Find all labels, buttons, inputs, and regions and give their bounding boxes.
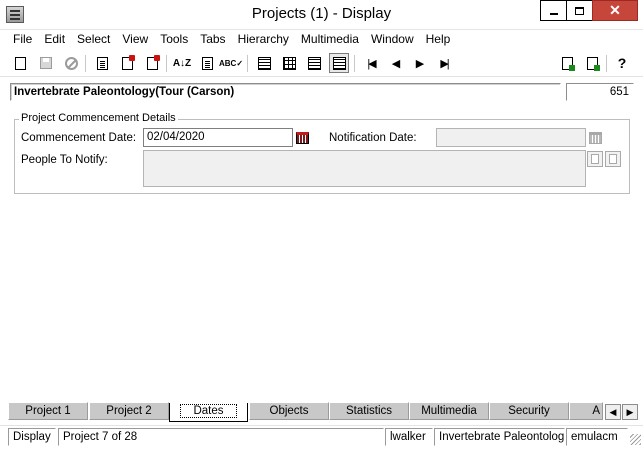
menu-multimedia[interactable]: Multimedia: [295, 30, 365, 49]
attach-icon[interactable]: [557, 53, 577, 73]
people-to-notify-label: People To Notify:: [21, 154, 108, 166]
previous-record-icon[interactable]: ◀: [385, 53, 405, 73]
menu-file[interactable]: File: [0, 30, 38, 49]
status-mode: Display: [8, 428, 56, 446]
tab-dates-label: Dates: [180, 404, 237, 418]
minimize-icon: [549, 12, 558, 15]
calendar-button[interactable]: [294, 129, 311, 146]
attach-icon: [591, 154, 599, 164]
people-to-notify-field[interactable]: [143, 150, 586, 187]
view-person-button[interactable]: [605, 151, 621, 167]
record-number: 651: [566, 83, 634, 101]
menu-bar: File Edit Select View Tools Tabs Hierarc…: [0, 30, 643, 49]
new-doc-icon[interactable]: [10, 53, 30, 73]
spellcheck-icon[interactable]: ABC✓: [219, 53, 243, 73]
last-record-icon[interactable]: ▶|: [434, 53, 454, 73]
cancel-icon[interactable]: [61, 53, 81, 73]
delete-doc-icon[interactable]: [117, 53, 137, 73]
list-view-icon[interactable]: [254, 53, 274, 73]
tab-objects[interactable]: Objects: [249, 402, 329, 420]
detail-view-icon[interactable]: [304, 53, 324, 73]
status-department: Invertebrate Paleontology: [434, 428, 565, 446]
minimize-button[interactable]: [540, 0, 567, 21]
commencement-date-label: Commencement Date:: [21, 132, 137, 144]
toolbar: A↓Z ABC✓ |◀ ◀ ▶ ▶| ?: [0, 50, 643, 77]
maximize-icon: [575, 6, 584, 15]
calendar-icon: [296, 131, 309, 144]
menu-tabs[interactable]: Tabs: [194, 30, 231, 49]
view-icon: [609, 154, 617, 164]
menu-edit[interactable]: Edit: [38, 30, 71, 49]
save-icon[interactable]: [36, 53, 56, 73]
close-button[interactable]: ✕: [592, 0, 638, 21]
tab-project-2[interactable]: Project 2: [89, 402, 169, 420]
menu-hierarchy[interactable]: Hierarchy: [232, 30, 295, 49]
notification-date-label: Notification Date:: [329, 132, 417, 144]
status-database: emulacm: [566, 428, 628, 446]
tab-dates[interactable]: Dates: [169, 403, 248, 422]
tab-project-1[interactable]: Project 1: [8, 402, 88, 420]
notification-calendar-button[interactable]: [587, 129, 604, 146]
tab-a[interactable]: A: [569, 402, 603, 420]
record-view-icon[interactable]: [329, 53, 349, 73]
edit-doc-icon[interactable]: [92, 53, 112, 73]
menu-view[interactable]: View: [116, 30, 154, 49]
copy-doc-icon[interactable]: [142, 53, 162, 73]
maximize-button[interactable]: [566, 0, 593, 21]
next-record-icon[interactable]: ▶: [409, 53, 429, 73]
tab-bar: Project 1 Project 2 Dates Objects Statis…: [0, 401, 643, 422]
menu-tools[interactable]: Tools: [154, 30, 194, 49]
notification-date-field[interactable]: [436, 128, 586, 147]
tab-multimedia[interactable]: Multimedia: [409, 402, 489, 420]
record-title: Invertebrate Paleontology(Tour (Carson): [10, 83, 561, 101]
notes-icon[interactable]: [197, 53, 217, 73]
resize-grip-icon[interactable]: [630, 434, 641, 445]
tab-scroll-right-icon[interactable]: ▶: [622, 404, 638, 420]
tab-statistics[interactable]: Statistics: [329, 402, 409, 420]
attach-person-button[interactable]: [587, 151, 603, 167]
menu-window[interactable]: Window: [365, 30, 420, 49]
tab-security[interactable]: Security: [489, 402, 569, 420]
menu-select[interactable]: Select: [71, 30, 116, 49]
grid-view-icon[interactable]: [279, 53, 299, 73]
status-bar: Display Project 7 of 28 lwalker Inverteb…: [0, 425, 643, 447]
first-record-icon[interactable]: |◀: [361, 53, 381, 73]
sort-az-icon[interactable]: A↓Z: [172, 53, 192, 73]
title-bar: Projects (1) - Display ✕: [0, 0, 643, 30]
status-user: lwalker: [385, 428, 433, 446]
help-context-icon[interactable]: ?: [612, 53, 632, 73]
tab-scroll-left-icon[interactable]: ◀: [605, 404, 621, 420]
status-position: Project 7 of 28: [58, 428, 384, 446]
menu-help[interactable]: Help: [420, 30, 457, 49]
calendar-icon: [589, 131, 602, 144]
attach-green-icon[interactable]: [582, 53, 602, 73]
group-legend: Project Commencement Details: [19, 112, 178, 124]
commencement-date-field[interactable]: 02/04/2020: [143, 128, 293, 147]
